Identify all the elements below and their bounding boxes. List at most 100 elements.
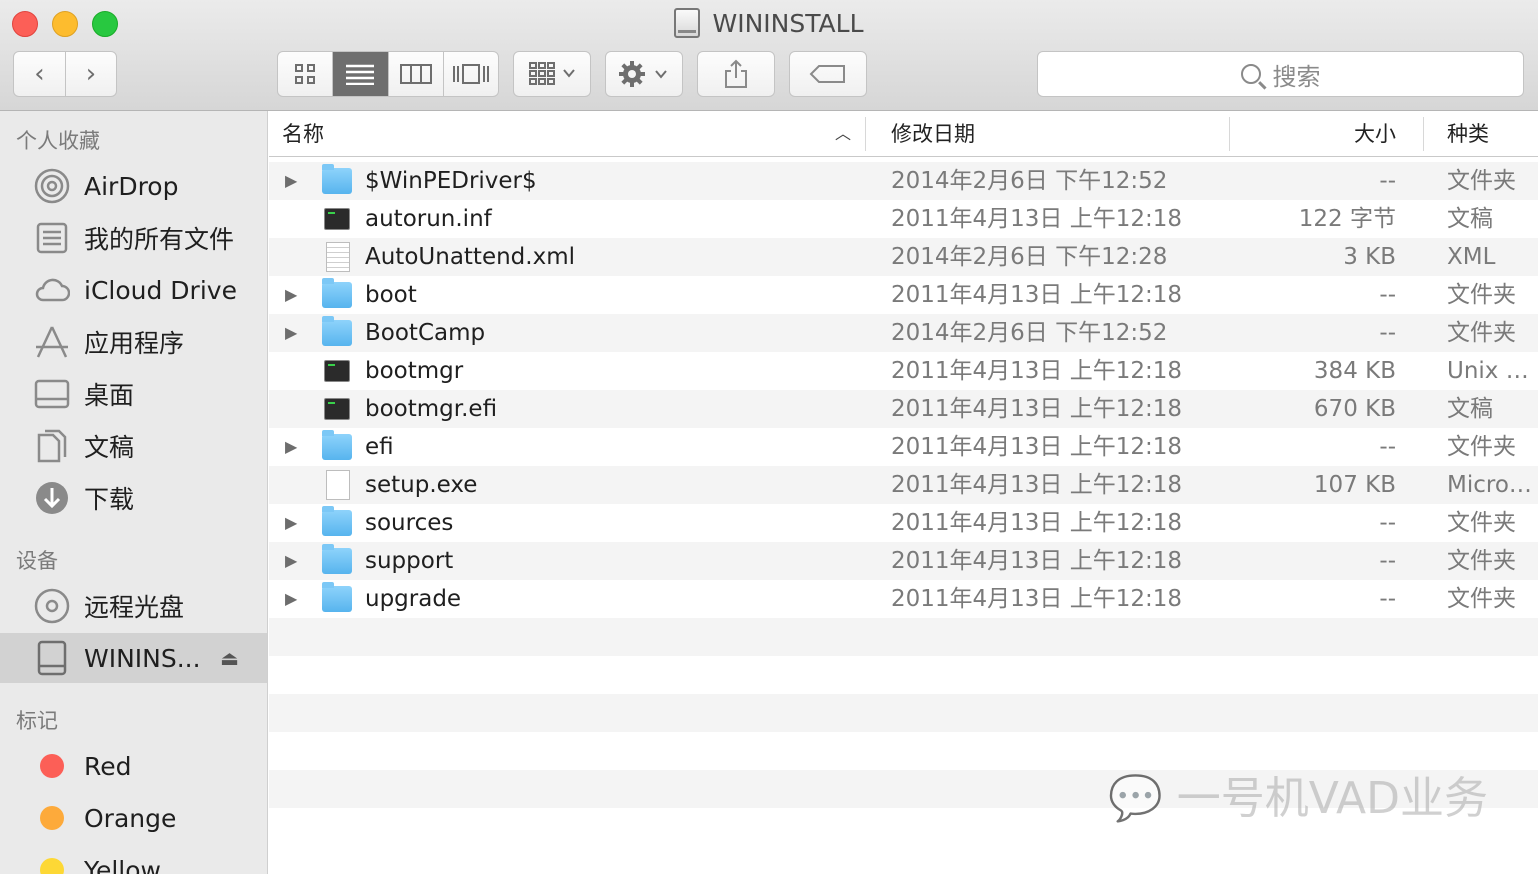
file-kind: 文稿: [1447, 206, 1493, 232]
column-header-date[interactable]: 修改日期: [891, 111, 975, 157]
column-divider[interactable]: [1423, 117, 1424, 151]
sidebar-item-downloads[interactable]: 下载: [0, 473, 267, 523]
file-size: --: [1379, 282, 1396, 308]
disclosure-triangle-icon[interactable]: ▶: [285, 542, 297, 580]
file-row[interactable]: bootmgr.efi 2011年4月13日 上午12:18 670 KB 文稿: [269, 390, 1538, 428]
forward-button[interactable]: ›: [65, 51, 117, 97]
cloud-icon: [34, 272, 70, 308]
file-name: bootmgr.efi: [365, 396, 498, 422]
disclosure-triangle-icon[interactable]: ▶: [285, 428, 297, 466]
sidebar-tag-orange[interactable]: Orange: [0, 793, 267, 843]
disclosure-triangle-icon[interactable]: ▶: [285, 504, 297, 542]
disc-icon: [34, 588, 70, 624]
applications-icon: [34, 324, 70, 360]
coverflow-view-icon: [452, 64, 489, 84]
executable-file-icon: [324, 208, 350, 230]
folder-icon: [322, 316, 352, 346]
disclosure-triangle-icon[interactable]: ▶: [285, 162, 297, 200]
coverflow-view-button[interactable]: [444, 52, 498, 96]
sidebar-item-all-files[interactable]: 我的所有文件: [0, 213, 267, 263]
sidebar-item-airdrop[interactable]: AirDrop: [0, 161, 267, 211]
file-row[interactable]: ▶ sources 2011年4月13日 上午12:18 -- 文件夹: [269, 504, 1538, 542]
tag-button[interactable]: [789, 51, 867, 97]
gear-icon: [619, 61, 667, 87]
list-view-button[interactable]: [333, 52, 389, 96]
file-date: 2014年2月6日 下午12:52: [891, 320, 1168, 346]
sidebar-section-tags: 标记: [16, 709, 58, 733]
drive-icon: [34, 640, 70, 676]
file-date: 2011年4月13日 上午12:18: [891, 396, 1183, 422]
drive-icon: [674, 8, 701, 38]
folder-icon: [322, 544, 352, 574]
share-button[interactable]: [697, 51, 775, 97]
arrange-icon: [529, 62, 575, 85]
sidebar-tag-yellow[interactable]: Yellow: [0, 845, 267, 874]
action-menu-button[interactable]: [605, 51, 683, 97]
column-header-name[interactable]: 名称: [282, 111, 324, 157]
file-date: 2014年2月6日 下午12:28: [891, 244, 1168, 270]
sidebar-item-label: 远程光盘: [84, 593, 185, 622]
sidebar-section-favorites: 个人收藏: [16, 129, 100, 153]
file-row[interactable]: ▶ upgrade 2011年4月13日 上午12:18 -- 文件夹: [269, 580, 1538, 618]
file-size: --: [1379, 320, 1396, 346]
disclosure-triangle-icon[interactable]: ▶: [285, 276, 297, 314]
file-kind: 文件夹: [1447, 586, 1516, 612]
share-icon: [725, 59, 747, 88]
sidebar-item-wininstall[interactable]: WININS... ⏏: [0, 633, 267, 683]
icon-view-button[interactable]: [278, 52, 334, 96]
sidebar-item-documents[interactable]: 文稿: [0, 421, 267, 471]
sidebar-section-devices: 设备: [16, 549, 58, 573]
file-date: 2011年4月13日 上午12:18: [891, 472, 1183, 498]
file-row[interactable]: autorun.inf 2011年4月13日 上午12:18 122 字节 文稿: [269, 200, 1538, 238]
file-row[interactable]: ▶ boot 2011年4月13日 上午12:18 -- 文件夹: [269, 276, 1538, 314]
sort-ascending-icon[interactable]: ︿: [835, 111, 851, 157]
file-kind: XML: [1447, 244, 1496, 270]
file-size: 122 字节: [1298, 206, 1396, 232]
column-view-icon: [399, 64, 432, 84]
sidebar-item-desktop[interactable]: 桌面: [0, 369, 267, 419]
sidebar-item-label: 应用程序: [84, 329, 185, 358]
file-date: 2011年4月13日 上午12:18: [891, 434, 1183, 460]
window-title-text: WININSTALL: [712, 9, 864, 38]
empty-row: [269, 694, 1538, 732]
file-row[interactable]: ▶ efi 2011年4月13日 上午12:18 -- 文件夹: [269, 428, 1538, 466]
arrange-button[interactable]: [513, 51, 591, 97]
back-button[interactable]: ‹: [13, 51, 66, 97]
file-kind: 文件夹: [1447, 320, 1516, 346]
sidebar-item-icloud-drive[interactable]: iCloud Drive: [0, 265, 267, 315]
sidebar-item-label: 我的所有文件: [84, 225, 235, 254]
file-row[interactable]: bootmgr 2011年4月13日 上午12:18 384 KB Unix e...: [269, 352, 1538, 390]
column-header-size[interactable]: 大小: [1354, 111, 1396, 157]
file-date: 2011年4月13日 上午12:18: [891, 206, 1183, 232]
file-row[interactable]: ▶ support 2011年4月13日 上午12:18 -- 文件夹: [269, 542, 1538, 580]
file-kind: 文稿: [1447, 396, 1493, 422]
sidebar-item-label: 文稿: [84, 433, 135, 462]
column-divider[interactable]: [865, 117, 866, 151]
red-tag-icon: [40, 754, 64, 778]
file-row[interactable]: ▶ BootCamp 2014年2月6日 下午12:52 -- 文件夹: [269, 314, 1538, 352]
file-row[interactable]: AutoUnattend.xml 2014年2月6日 下午12:28 3 KB XML: [269, 238, 1538, 276]
sidebar-item-applications[interactable]: 应用程序: [0, 317, 267, 367]
column-view-button[interactable]: [389, 52, 444, 96]
window-toolbar: WININSTALL ‹ › 搜索: [0, 0, 1538, 111]
file-row[interactable]: setup.exe 2011年4月13日 上午12:18 107 KB Micros.…: [269, 466, 1538, 504]
file-name: upgrade: [365, 586, 462, 612]
column-header-kind[interactable]: 种类: [1447, 111, 1489, 157]
eject-icon[interactable]: ⏏: [220, 646, 239, 670]
search-field[interactable]: 搜索: [1037, 51, 1524, 97]
sidebar-item-label: 桌面: [84, 381, 135, 410]
file-row[interactable]: ▶ $WinPEDriver$ 2014年2月6日 下午12:52 -- 文件夹: [269, 162, 1538, 200]
search-icon: [1240, 64, 1261, 84]
chevron-right-icon: ›: [85, 59, 97, 89]
column-divider[interactable]: [1229, 117, 1230, 151]
file-name: support: [365, 548, 454, 574]
sidebar-item-remote-disc[interactable]: 远程光盘: [0, 581, 267, 631]
disclosure-triangle-icon[interactable]: ▶: [285, 580, 297, 618]
list-view-icon: [346, 64, 375, 85]
empty-row: [269, 618, 1538, 656]
sidebar-tag-red[interactable]: Red: [0, 741, 267, 791]
airdrop-icon: [34, 168, 70, 204]
disclosure-triangle-icon[interactable]: ▶: [285, 314, 297, 352]
file-date: 2011年4月13日 上午12:18: [891, 548, 1183, 574]
text-document-icon: [326, 242, 350, 272]
